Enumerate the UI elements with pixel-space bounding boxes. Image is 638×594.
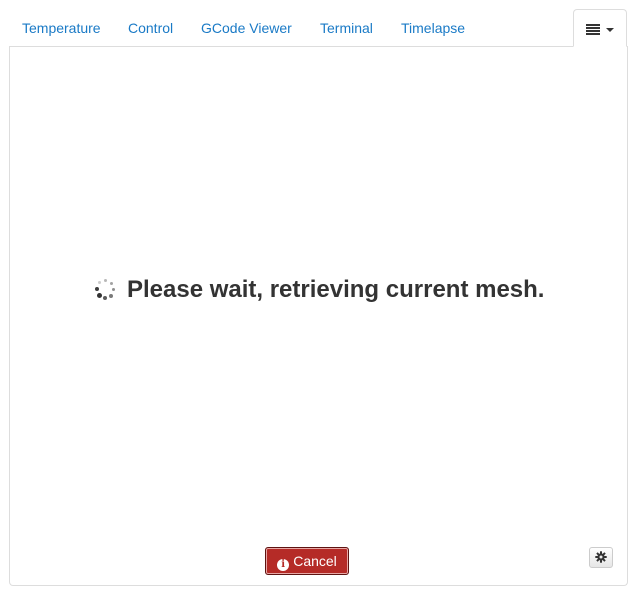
caret-down-icon <box>606 28 614 32</box>
tab-bar: Temperature Control GCode Viewer Termina… <box>9 9 628 47</box>
gear-icon <box>595 551 607 563</box>
tab-terminal[interactable]: Terminal <box>320 20 373 37</box>
tab-control[interactable]: Control <box>128 20 173 37</box>
tab-timelapse[interactable]: Timelapse <box>401 20 465 37</box>
mesh-panel: Please wait, retrieving current mesh. iC… <box>9 46 628 586</box>
loading-message: Please wait, retrieving current mesh. <box>10 274 629 306</box>
tab-temperature[interactable]: Temperature <box>22 20 101 37</box>
list-icon <box>586 24 600 35</box>
loading-text: Please wait, retrieving current mesh. <box>126 276 545 303</box>
tab-overflow-menu[interactable] <box>573 9 627 47</box>
spinner-icon <box>94 279 117 301</box>
tab-gcode-viewer[interactable]: GCode Viewer <box>201 20 292 37</box>
settings-button[interactable] <box>589 547 613 568</box>
cancel-label: Cancel <box>293 553 337 569</box>
info-circle-icon: i <box>277 559 290 571</box>
cancel-button[interactable]: i Cancel <box>265 547 349 575</box>
plugin-container: Temperature Control GCode Viewer Termina… <box>0 0 638 594</box>
